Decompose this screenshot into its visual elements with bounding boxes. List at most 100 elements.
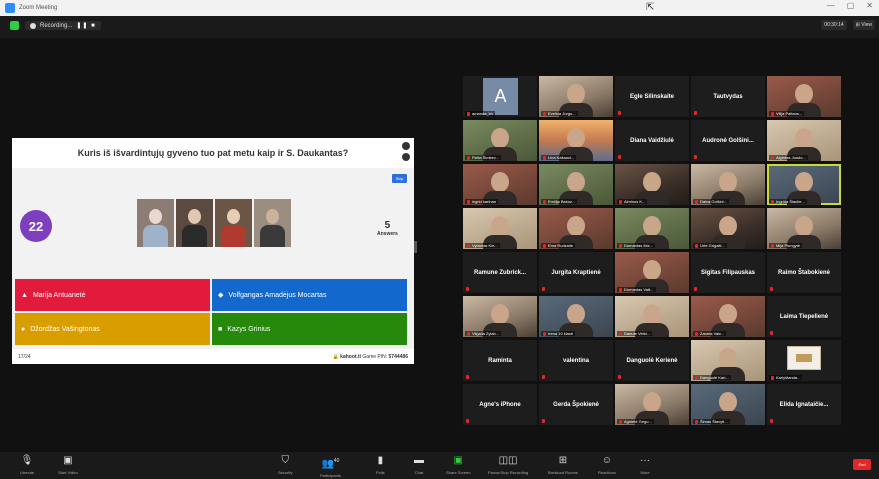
participant-tile[interactable]: Daiva Golšini... bbox=[691, 164, 765, 205]
participant-tile[interactable]: Šimas Štavyti... bbox=[691, 384, 765, 425]
participant-tile[interactable]: Domantas Ibiz... bbox=[615, 208, 689, 249]
participant-tile[interactable]: Fielia Šimkev... bbox=[463, 120, 537, 161]
chat-button[interactable]: ▬ Chat bbox=[414, 455, 424, 475]
countdown-timer: 22 bbox=[20, 210, 52, 242]
participant-name: Tautvydas bbox=[713, 93, 743, 100]
view-button[interactable]: ⊞ View bbox=[852, 20, 875, 30]
unmute-button[interactable]: 🎙 Unmute bbox=[20, 455, 34, 475]
participant-face bbox=[491, 216, 509, 236]
participant-tile[interactable]: Jurgita Kraptienė bbox=[539, 252, 613, 293]
answer-option-green[interactable]: ■ Kazys Grinius bbox=[212, 313, 407, 345]
participant-caption: ingrid karinan bbox=[465, 199, 499, 204]
breakout-rooms-button[interactable]: ⊞ Breakout Rooms bbox=[548, 455, 578, 475]
participant-tile[interactable]: Tautvydas bbox=[691, 76, 765, 117]
share-screen-button[interactable]: ▣ Share Screen bbox=[446, 455, 470, 475]
maximize-icon[interactable]: ▢ bbox=[847, 1, 855, 10]
participant-tile[interactable]: valentina bbox=[539, 340, 613, 381]
participant-caption: Agnietė Gegu... bbox=[617, 419, 654, 424]
participant-name: Šimas Štavyti... bbox=[700, 419, 728, 424]
participant-tile[interactable]: Egle Silinskaite bbox=[615, 76, 689, 117]
participant-tile[interactable]: Ramune Zubrick... bbox=[463, 252, 537, 293]
shield-icon[interactable] bbox=[10, 21, 19, 30]
sound-icon[interactable] bbox=[402, 142, 410, 150]
split-resize-handle[interactable] bbox=[414, 241, 417, 253]
participant-tile[interactable]: Laima Tiepelienė bbox=[767, 296, 841, 337]
participant-tile[interactable]: Raminta bbox=[463, 340, 537, 381]
end-meeting-button[interactable]: End bbox=[853, 459, 871, 470]
participant-tile[interactable]: Elida Ignataičie... bbox=[767, 384, 841, 425]
participant-tile[interactable]: Danguolė Kerienė bbox=[615, 340, 689, 381]
participant-name: Urte Grigaiti... bbox=[700, 243, 725, 248]
recording-dot-icon bbox=[30, 22, 36, 29]
participant-tile[interactable]: Audronė Golšini... bbox=[691, 120, 765, 161]
participant-name: Gerda Špokienė bbox=[553, 401, 599, 408]
skip-button[interactable]: Skip bbox=[392, 174, 407, 183]
participant-tile[interactable]: Ema Rudzaite bbox=[539, 208, 613, 249]
portrait-image bbox=[254, 199, 291, 247]
participant-name: Sigitas Filipauskas bbox=[700, 269, 756, 276]
participant-face bbox=[643, 216, 661, 236]
participant-name: Emilija Bakuz... bbox=[548, 199, 576, 204]
participant-tile[interactable]: Vytautas Kin... bbox=[463, 208, 537, 249]
mic-muted-icon bbox=[695, 199, 698, 204]
mic-muted-icon bbox=[467, 199, 470, 204]
participant-tile[interactable]: Irena 10 klasė bbox=[539, 296, 613, 337]
participant-tile[interactable]: Vilija Paltaus... bbox=[767, 76, 841, 117]
participant-tile[interactable]: Mija Plungytė bbox=[767, 208, 841, 249]
participant-name: Ingrida Šiaulie... bbox=[776, 199, 805, 204]
participant-tile[interactable]: Vilgaila Zylab... bbox=[463, 296, 537, 337]
participant-face bbox=[567, 304, 585, 324]
participant-tile[interactable]: Raimo Štabokienė bbox=[767, 252, 841, 293]
participant-tile[interactable]: Agnietė Gegu... bbox=[615, 384, 689, 425]
answer-option-blue[interactable]: ◆ Volfgangas Amadėjus Mocartas bbox=[212, 279, 407, 311]
participant-tile[interactable]: Karlyštanda... bbox=[767, 340, 841, 381]
participants-button[interactable]: 👥40 Participants bbox=[320, 455, 341, 478]
participant-tile[interactable]: Alminus K... bbox=[615, 164, 689, 205]
participant-tile[interactable]: Agne's iPhone bbox=[463, 384, 537, 425]
reactions-button[interactable]: ☺ Reactions bbox=[598, 455, 616, 475]
pause-stop-recording-button[interactable]: ◫◫ Pause/Stop Recording bbox=[488, 455, 528, 475]
participant-tile[interactable]: Evelina Jurgu... bbox=[539, 76, 613, 117]
participant-tile[interactable]: Emilija Bakuz... bbox=[539, 164, 613, 205]
participant-tile[interactable]: Gerda Špokienė bbox=[539, 384, 613, 425]
recording-controls[interactable]: ❚❚ ■ bbox=[76, 22, 95, 29]
participant-tile[interactable]: Danute Veikt... bbox=[615, 296, 689, 337]
participant-name: Ema Rudzaite bbox=[548, 243, 574, 248]
participant-tile[interactable]: Zaneta Vaic... bbox=[691, 296, 765, 337]
participant-tile[interactable]: Domantas Vatt... bbox=[615, 252, 689, 293]
start-video-button[interactable]: ▣ Start Video bbox=[58, 455, 78, 475]
participant-tile[interactable]: Ingrida Šiaulie... bbox=[767, 164, 841, 205]
settings-icon[interactable] bbox=[402, 153, 410, 161]
participant-face bbox=[491, 172, 509, 192]
participant-tile[interactable]: Lina Kašauci... bbox=[539, 120, 613, 161]
participant-face bbox=[567, 216, 585, 236]
participant-name: valentina bbox=[562, 357, 589, 364]
participant-tile[interactable]: Sigitas Filipauskas bbox=[691, 252, 765, 293]
answer-label: Kazys Grinius bbox=[227, 325, 271, 333]
participant-face bbox=[719, 216, 737, 236]
security-button[interactable]: ⛉ Security bbox=[278, 455, 292, 475]
participant-tile[interactable]: Urte Grigaiti... bbox=[691, 208, 765, 249]
participant-caption: Ema Rudzaite bbox=[541, 243, 576, 248]
polls-icon: ▮ bbox=[377, 455, 384, 466]
participant-tile[interactable]: Danguolė Kari... bbox=[691, 340, 765, 381]
close-icon[interactable]: ✕ bbox=[866, 1, 873, 10]
participant-tile[interactable]: Diana Vaidžiulė bbox=[615, 120, 689, 161]
more-button[interactable]: ··· More bbox=[640, 455, 650, 475]
game-pin: 5744486 bbox=[388, 353, 408, 360]
answer-option-red[interactable]: ▲ Marija Antuanetė bbox=[15, 279, 210, 311]
participant-tile[interactable]: ingrid karinan bbox=[463, 164, 537, 205]
mic-muted-icon bbox=[771, 243, 774, 248]
answer-option-yellow[interactable]: ● Džordžas Vašingtonas bbox=[15, 313, 210, 345]
participant-name: Agnietė Gegu... bbox=[624, 419, 652, 424]
participant-face bbox=[719, 392, 737, 412]
mic-muted-icon bbox=[543, 111, 546, 116]
participant-tile[interactable]: Algirdas Juodo... bbox=[767, 120, 841, 161]
security-label: Security bbox=[278, 470, 293, 475]
minimize-icon[interactable]: — bbox=[827, 1, 835, 10]
polls-button[interactable]: ▮ Polls bbox=[376, 455, 385, 475]
participant-caption: Karlyštanda... bbox=[769, 375, 803, 380]
mic-muted-icon bbox=[466, 287, 469, 291]
participant-tile[interactable]: Aamanda_kh bbox=[463, 76, 537, 117]
participant-name: Ramune Zubrick... bbox=[473, 269, 526, 276]
